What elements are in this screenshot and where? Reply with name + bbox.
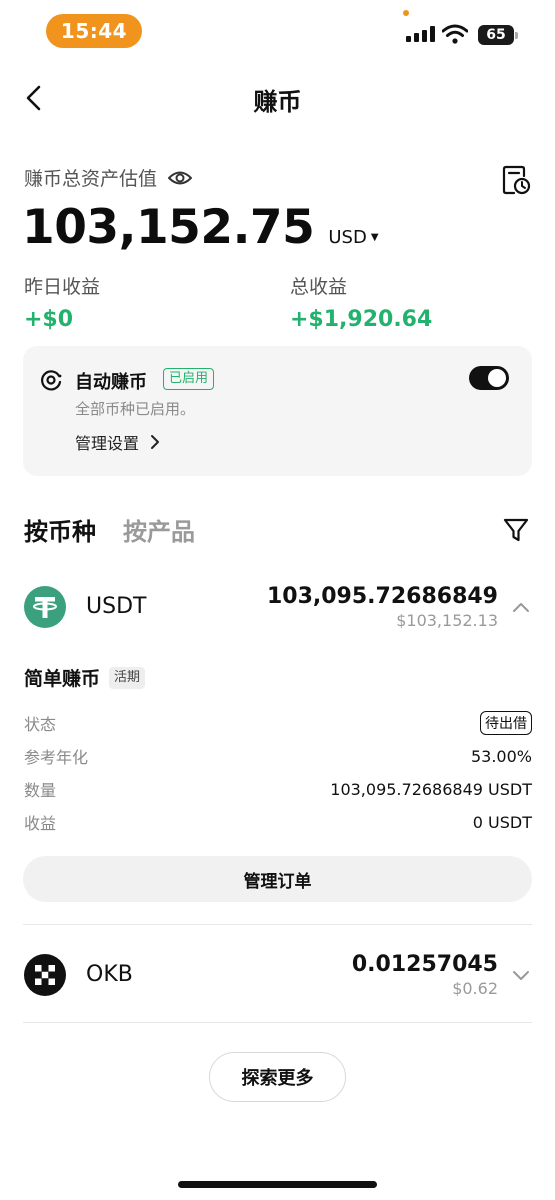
home-indicator bbox=[178, 1181, 377, 1188]
chevron-right-icon bbox=[151, 435, 160, 449]
explore-more-button[interactable]: 探索更多 bbox=[209, 1052, 346, 1102]
total-asset-label-row: 赚币总资产估值 bbox=[24, 164, 193, 191]
total-asset-label: 赚币总资产估值 bbox=[24, 168, 158, 190]
total-earn-label: 总收益 bbox=[290, 276, 348, 298]
page-title: 赚币 bbox=[253, 88, 302, 116]
currency-label: USD bbox=[328, 227, 367, 248]
chevron-up-icon bbox=[513, 603, 529, 612]
yesterday-earn-label: 昨日收益 bbox=[24, 276, 101, 298]
total-asset-row: 103,152.75 USD ▼ bbox=[22, 200, 379, 255]
status-bar: 15:44 65 bbox=[0, 0, 555, 62]
detail-row-earnings: 收益 0 USDT bbox=[24, 808, 532, 836]
divider bbox=[23, 924, 532, 925]
status-time: 15:44 bbox=[46, 14, 142, 48]
auto-earn-card: 自动赚币 已启用 全部币种已启用。 管理设置 bbox=[23, 346, 532, 476]
eye-icon[interactable] bbox=[167, 168, 193, 188]
manage-settings-link[interactable]: 管理设置 bbox=[75, 430, 161, 454]
tab-by-coin[interactable]: 按币种 bbox=[24, 512, 96, 547]
total-asset-value: 103,152.75 bbox=[22, 200, 315, 255]
back-icon[interactable] bbox=[22, 84, 48, 112]
detail-label: 状态 bbox=[24, 715, 57, 734]
detail-row-apy: 参考年化 53.00% bbox=[24, 742, 532, 770]
nav-bar: 赚币 bbox=[0, 70, 555, 126]
filter-icon[interactable] bbox=[502, 516, 530, 544]
manage-settings-label: 管理设置 bbox=[75, 434, 140, 453]
asset-row-usdt[interactable]: USDT 103,095.72686849 $103,152.13 bbox=[0, 572, 555, 642]
toggle-knob bbox=[488, 369, 506, 387]
history-icon[interactable] bbox=[500, 164, 532, 196]
coin-amount-okb: 0.01257045 bbox=[351, 952, 498, 977]
divider bbox=[23, 1022, 532, 1023]
detail-value: 53.00% bbox=[470, 746, 532, 766]
detail-value: 103,095.72686849 USDT bbox=[330, 779, 532, 799]
wifi-icon bbox=[442, 24, 468, 44]
yesterday-earn-value: +$0 bbox=[24, 307, 74, 332]
auto-earn-icon bbox=[41, 370, 62, 391]
recording-indicator-icon bbox=[403, 10, 409, 16]
caret-down-icon: ▼ bbox=[370, 232, 379, 243]
detail-row-status: 状态 待出借 bbox=[24, 709, 532, 737]
battery-icon: 65 bbox=[478, 25, 518, 45]
total-earn: 总收益 +$1,920.64 bbox=[290, 272, 432, 332]
cellular-signal-icon bbox=[406, 26, 435, 42]
auto-earn-toggle[interactable] bbox=[469, 366, 509, 390]
manage-order-button[interactable]: 管理订单 bbox=[23, 856, 532, 902]
currency-selector[interactable]: USD ▼ bbox=[328, 227, 378, 248]
coin-fiat-usdt: $103,152.13 bbox=[396, 611, 498, 630]
product-title: 简单赚币 bbox=[24, 668, 101, 690]
coin-amount-usdt: 103,095.72686849 bbox=[266, 584, 498, 609]
total-earn-value: +$1,920.64 bbox=[290, 307, 433, 332]
detail-label: 参考年化 bbox=[24, 748, 89, 767]
coin-name-usdt: USDT bbox=[86, 594, 147, 619]
detail-row-quantity: 数量 103,095.72686849 USDT bbox=[24, 775, 532, 803]
detail-value: 0 USDT bbox=[472, 812, 532, 832]
asset-row-okb[interactable]: OKB 0.01257045 $0.62 bbox=[0, 940, 555, 1010]
auto-earn-subtitle: 全部币种已启用。 bbox=[75, 400, 196, 418]
tab-by-product[interactable]: 按产品 bbox=[123, 512, 195, 547]
status-badge: 待出借 bbox=[480, 711, 532, 735]
coin-name-okb: OKB bbox=[86, 962, 133, 987]
product-tag: 活期 bbox=[109, 667, 146, 689]
yesterday-earn: 昨日收益 +$0 bbox=[24, 272, 100, 332]
coin-fiat-okb: $0.62 bbox=[452, 979, 498, 998]
okb-icon bbox=[24, 954, 66, 996]
enabled-badge: 已启用 bbox=[163, 368, 215, 390]
detail-label: 收益 bbox=[24, 814, 57, 833]
tether-icon bbox=[24, 586, 66, 628]
detail-label: 数量 bbox=[24, 781, 57, 800]
chevron-down-icon bbox=[513, 971, 529, 980]
auto-earn-title: 自动赚币 bbox=[75, 372, 147, 393]
